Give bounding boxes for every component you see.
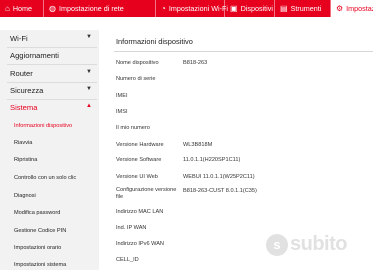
sidebar-divider [7,64,97,65]
row-label-versione-hardware: Versione Hardware [116,142,164,148]
title-divider [114,51,373,52]
home-icon: ⌂ [5,3,10,13]
sidebar-subitem-ripristina[interactable]: Ripristina [0,157,99,163]
tab-dispositivi[interactable]: ▣ Dispositivi [225,0,275,17]
sidebar-subitem-riavvia[interactable]: Riavvia [0,140,99,146]
row-label-numero-di-serie: Numero di serie [116,76,156,82]
row-value-versione-ui-web: WEBUI 11.0.1.1(W25P2C11) [183,174,255,180]
globe-icon: ◍ [49,3,56,13]
sidebar-divider [7,99,97,100]
tab-strumenti-label: Strumenti [290,4,322,13]
sidebar-subitem-orario[interactable]: Impostazioni orario [0,245,99,251]
chevron-up-icon: ▲ [86,103,92,109]
tab-home[interactable]: ⌂ Home [0,0,44,17]
gear-icon: ⚙ [336,3,344,13]
sidebar-subitem-impostazioni-sistema[interactable]: Impostazioni sistema [0,262,99,268]
subito-logo-icon: s [266,233,288,256]
row-value-configurazione-versione-file: B818-263-CUST 8.0.1.1(C35) [183,188,257,194]
row-label-imsi: IMSI [116,109,128,115]
tab-impostazioni[interactable]: ⚙ Impostazioni [331,0,373,17]
tab-strumenti[interactable]: ▤ Strumenti [275,0,331,17]
tab-rete-label: Impostazione di rete [58,4,124,13]
tab-wifi-label: Impostazioni Wi-Fi [168,4,228,13]
watermark-text: subito [290,233,348,255]
wifi-icon: ◔ [161,3,166,13]
tab-impostazioni-label: Impostazioni [346,4,373,13]
chevron-down-icon: ▼ [86,69,92,75]
row-label-cell-id: CELL_ID [116,257,139,263]
row-label-indirizzo-mac-lan: Indirizzo MAC LAN [116,209,164,215]
sidebar-item-router[interactable]: Router ▼ [0,69,99,78]
sidebar-item-aggiornamenti[interactable]: Aggiornamenti [0,51,99,60]
tab-dispositivi-label: Dispositivi [240,4,273,13]
row-label-imei: IMEI [116,93,128,99]
tab-impostazione-di-rete[interactable]: ◍ Impostazione di rete [44,0,156,17]
sidebar: Wi-Fi ▼ Aggiornamenti Router ▼ Sicurezza… [0,30,99,270]
sidebar-item-sistema[interactable]: Sistema ▲ [0,103,99,112]
row-value-versione-software: 11.0.1.1(H220SP1C11) [183,157,241,163]
page-title: Informazioni dispositivo [116,37,193,46]
sidebar-item-label: Sistema [10,103,38,112]
row-label-ind-ip-wan: Ind. IP WAN [116,225,147,231]
chevron-down-icon: ▼ [86,86,92,92]
sidebar-item-wifi[interactable]: Wi-Fi ▼ [0,34,99,43]
row-label-indirizzo-ipv6-wan: Indirizzo IPv6 WAN [116,241,164,247]
sidebar-item-label: Router [10,69,33,78]
subito-watermark: s subito [266,233,348,256]
tab-impostazioni-wifi[interactable]: ◔ Impostazioni Wi-Fi [156,0,228,17]
row-label-il-mio-numero: Il mio numero [116,125,150,131]
sidebar-subitem-diagnosi[interactable]: Diagnosi [0,193,99,199]
sidebar-subitem-codice-pin[interactable]: Gestione Codice PIN [0,228,99,234]
sidebar-divider [7,82,97,83]
row-label-nome-dispositivo: Nome dispositivo [116,60,159,66]
sidebar-item-sicurezza[interactable]: Sicurezza ▼ [0,86,99,95]
devices-icon: ▣ [230,3,238,13]
row-label-versione-software: Versione Software [116,157,162,163]
row-value-versione-hardware: WL3B818M [183,142,213,148]
sidebar-subitem-informazioni-dispositivo[interactable]: Informazioni dispositivo [0,123,99,129]
sidebar-subitem-controllo[interactable]: Controllo con un solo clic [0,175,99,181]
row-value-nome-dispositivo: B818-263 [183,60,208,66]
chevron-down-icon: ▼ [86,34,92,40]
top-navigation: ⌂ Home ◍ Impostazione di rete ◔ Impostaz… [0,0,373,17]
sidebar-item-label: Sicurezza [10,86,44,95]
sidebar-item-label: Wi-Fi [10,34,28,43]
row-label-versione-ui-web: Versione UI Web [116,174,158,180]
sidebar-subitem-modifica-password[interactable]: Modifica password [0,210,99,216]
row-label-configurazione-versione-file: Configurazione versione file [116,187,177,200]
tab-home-label: Home [12,4,33,13]
sidebar-divider [7,47,97,48]
sidebar-item-label: Aggiornamenti [10,51,59,60]
tools-icon: ▤ [280,3,288,13]
